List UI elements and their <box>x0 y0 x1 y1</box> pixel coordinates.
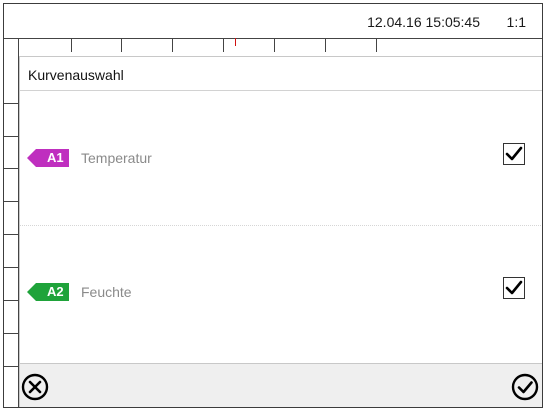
curve-label-feuchte: Feuchte <box>81 284 132 300</box>
datetime-display: 12.04.16 15:05:45 <box>367 14 480 30</box>
chart-left-axis <box>4 58 19 407</box>
dialog-header: Kurvenauswahl <box>20 57 542 91</box>
curve-label-temperatur: Temperatur <box>81 150 152 166</box>
chart-grid-background <box>4 38 542 58</box>
dialog-footer <box>20 363 542 407</box>
zoom-ratio: 1:1 <box>506 14 526 30</box>
status-bar: 12.04.16 15:05:45 1:1 <box>4 4 542 38</box>
confirm-button[interactable] <box>510 372 540 402</box>
curve-selection-dialog: Kurvenauswahl A1 Temperatur A2 Feuchte <box>19 56 542 407</box>
checkmark-icon <box>505 280 523 295</box>
cancel-button[interactable] <box>20 372 50 402</box>
channel-tag-a1: A1 <box>27 149 69 167</box>
channel-tag-a2: A2 <box>27 283 69 301</box>
device-screen: 12.04.16 15:05:45 1:1 Kurvenauswahl A1 T… <box>3 3 543 408</box>
curve-row-a1[interactable]: A1 Temperatur <box>20 91 542 226</box>
curve-row-a2[interactable]: A2 Feuchte <box>20 225 542 359</box>
feuchte-checkbox[interactable] <box>503 277 525 299</box>
circle-check-icon <box>511 373 539 401</box>
temperatur-checkbox[interactable] <box>503 143 525 165</box>
dialog-title: Kurvenauswahl <box>28 67 124 83</box>
circle-x-icon <box>21 373 49 401</box>
checkmark-icon <box>505 146 523 161</box>
